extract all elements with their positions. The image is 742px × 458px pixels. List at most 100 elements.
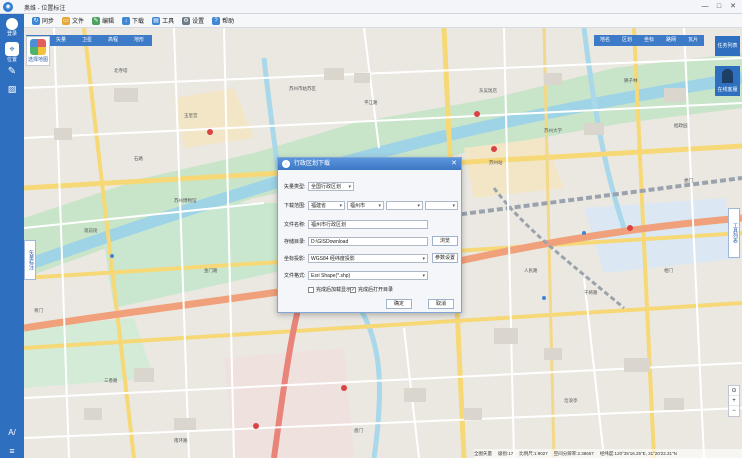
sidebar-item-layer[interactable]: ▨ — [3, 84, 21, 95]
map-pin-icon: ⌖ — [5, 42, 19, 56]
toolbar-edit[interactable]: ✎ 编辑 — [92, 16, 114, 25]
tab-satellite[interactable]: 卫星 — [74, 35, 100, 46]
load-after-checkbox[interactable]: 完成后加载显示 — [308, 286, 351, 293]
vector-mark-side-button[interactable]: 矢量标注 — [24, 240, 36, 280]
save-dir-input[interactable]: D:\GISDownload — [308, 237, 428, 246]
main-toolbar: ↻ 同步 ▭ 文件 ✎ 编辑 ↓ 下载 ▤ 工具 ⚙ 设置 ? 帮助 — [24, 14, 742, 28]
format-select[interactable]: Esri Shape(*.shp) ▾ — [308, 271, 428, 280]
tab-coordinate[interactable]: 坐标 — [638, 35, 660, 46]
status-bar: 全图矢量 级别:17 比例尺:1:9027 空间分辨率:2.38657 经纬度:… — [474, 449, 742, 458]
zoom-in-button[interactable]: + — [729, 396, 739, 406]
toolbox-side-button[interactable]: 工具列表 — [728, 208, 740, 258]
download-range-label: 下载范围: — [284, 203, 306, 209]
sidebar-item-mark[interactable]: ✎ — [3, 66, 21, 77]
map-label: 相门 — [664, 268, 673, 273]
browse-button[interactable]: 浏览 — [432, 236, 458, 246]
close-button[interactable]: ✕ — [726, 1, 740, 13]
tab-terrain[interactable]: 地形 — [126, 35, 152, 46]
district-select[interactable]: ▾ — [386, 201, 423, 210]
toolbar-download[interactable]: ↓ 下载 — [122, 16, 144, 25]
param-settings-button[interactable]: 参数设置 — [432, 253, 458, 263]
map-layers-icon — [30, 39, 46, 55]
chevron-down-icon: ▾ — [378, 203, 381, 209]
sync-icon: ↻ — [32, 16, 40, 25]
download-icon: ↓ — [282, 160, 290, 168]
tab-placename[interactable]: 地名 — [594, 35, 616, 46]
checkbox-checked-icon: ✓ — [350, 286, 356, 293]
chevron-down-icon: ▾ — [422, 273, 425, 279]
sidebar-item-menu[interactable]: ≡ — [3, 446, 21, 456]
map-label: 人民路 — [524, 268, 538, 273]
status-resolution: 空间分辨率:2.38657 — [553, 450, 594, 456]
map-label: 平江路 — [364, 100, 378, 105]
checkbox-unchecked-icon — [308, 286, 314, 293]
map-label: 东吴饭店 — [479, 88, 497, 93]
zoom-out-button[interactable]: − — [729, 406, 739, 416]
chevron-down-icon: ▾ — [348, 184, 351, 190]
map-label: 金门路 — [204, 268, 218, 273]
open-dir-checkbox[interactable]: ✓ 完成后打开目录 — [350, 286, 393, 293]
map-label: 干将路 — [584, 290, 598, 295]
left-sidebar: 登录 ⌖ 位置 ✎ ▨ A/ ≡ — [0, 14, 24, 458]
map-label: 胥门 — [34, 308, 43, 313]
gear-icon: ⚙ — [182, 16, 191, 25]
toolbar-file[interactable]: ▭ 文件 — [62, 16, 84, 25]
coord-label: 坐标投影: — [284, 256, 306, 262]
maximize-button[interactable]: □ — [712, 1, 726, 13]
tab-division[interactable]: 区划 — [616, 35, 638, 46]
toolbar-help[interactable]: ? 帮助 — [212, 16, 234, 25]
toolbar-tools[interactable]: ▤ 工具 — [152, 16, 174, 25]
ok-button[interactable]: 确定 — [386, 299, 412, 309]
task-list-button[interactable]: 任务列表 — [715, 36, 740, 56]
toolbar-settings[interactable]: ⚙ 设置 — [182, 16, 204, 25]
minimize-button[interactable]: — — [698, 1, 712, 13]
title-bar: ◉ 奥维 - 位置标注 — □ ✕ — [0, 0, 742, 14]
image-icon: ▨ — [7, 84, 17, 94]
chevron-down-icon: ▾ — [452, 203, 455, 209]
tab-tiles[interactable]: 瓦片 — [682, 35, 704, 46]
save-dir-label: 存储目录: — [284, 239, 306, 245]
choose-map-button[interactable]: 选择地图 — [26, 36, 50, 66]
town-select[interactable]: ▾ — [425, 201, 458, 210]
file-name-input[interactable]: 福州市行政区划 — [308, 220, 428, 229]
admin-division-download-dialog: ↓ 行政区划下载 ✕ 矢量类型: 全国行政区划 ▾ 下载范围: 福建省 ▾ 福州… — [277, 157, 462, 313]
status-map-source: 全图矢量 — [474, 450, 492, 456]
map-label: 玉皇宫 — [184, 113, 198, 118]
vector-type-select[interactable]: 全国行政区划 ▾ — [308, 182, 354, 191]
map-label: 苏州博物馆 — [174, 198, 197, 203]
window-title: 奥维 - 位置标注 — [24, 6, 66, 12]
province-select[interactable]: 福建省 ▾ — [308, 201, 345, 210]
map-label: 盘门 — [354, 428, 363, 433]
map-label: 拙政园 — [674, 123, 688, 128]
font-icon: A/ — [8, 428, 16, 437]
compass-icon[interactable]: ⊙ — [729, 386, 739, 396]
tab-roadnet[interactable]: 路网 — [660, 35, 682, 46]
zoom-controls: ⊙ + − — [728, 385, 740, 417]
toolbar-sync[interactable]: ↻ 同步 — [32, 16, 54, 25]
map-label: 北寺塔 — [114, 68, 128, 73]
sidebar-item-login[interactable]: 登录 — [3, 18, 21, 37]
cancel-button[interactable]: 取消 — [428, 299, 454, 309]
status-level: 级别:17 — [498, 450, 514, 456]
map-label: 沧浪亭 — [564, 398, 578, 403]
sidebar-item-text[interactable]: A/ — [3, 428, 21, 437]
dialog-close-button[interactable]: ✕ — [451, 158, 457, 170]
tab-elevation[interactable]: 高程 — [100, 35, 126, 46]
city-select[interactable]: 福州市 ▾ — [347, 201, 384, 210]
service-avatar-icon — [722, 69, 733, 83]
map-label: 观前街 — [84, 228, 98, 233]
map-label: 三香路 — [104, 378, 118, 383]
vector-type-label: 矢量类型: — [284, 184, 306, 190]
sidebar-item-location[interactable]: ⌖ 位置 — [3, 42, 21, 63]
format-label: 文件格式: — [284, 273, 306, 279]
map-label: 苏州站 — [489, 160, 503, 165]
pen-icon: ✎ — [7, 66, 17, 77]
online-service-button[interactable]: 在线客服 — [715, 66, 740, 96]
overlay-tabs: 地名 区划 坐标 路网 瓦片 — [594, 35, 705, 46]
map-label: 娄门 — [684, 178, 693, 183]
menu-icon: ≡ — [9, 446, 15, 456]
edit-icon: ✎ — [92, 16, 101, 25]
download-icon: ↓ — [122, 16, 131, 25]
app-logo-icon: ◉ — [3, 2, 13, 12]
coord-select[interactable]: WGS84 经纬度投影 ▾ — [308, 254, 428, 263]
